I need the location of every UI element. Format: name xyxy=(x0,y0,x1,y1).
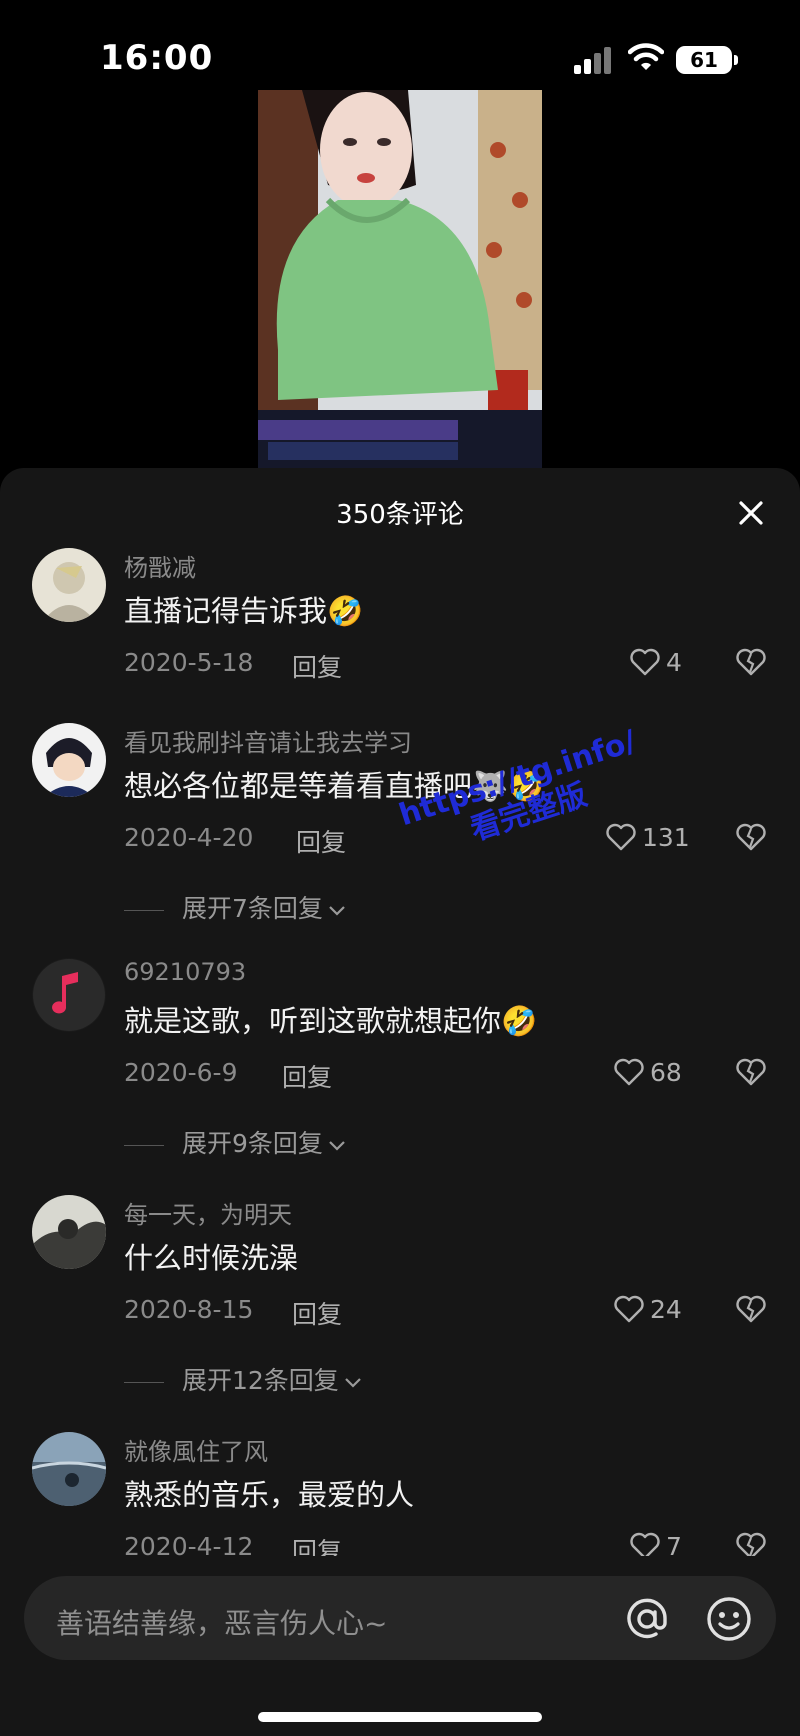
comment-username[interactable]: 就像風住了风 xyxy=(124,1432,268,1467)
chevron-down-icon xyxy=(345,1378,361,1388)
expand-replies-label: 展开7条回复 xyxy=(182,894,323,923)
comment-username[interactable]: 看见我刷抖音请让我去学习 xyxy=(124,723,412,758)
comment-text: 直播记得告诉我🤣 xyxy=(124,594,364,628)
comment-text: 什么时候洗澡 xyxy=(124,1241,299,1275)
comment-date: 2020-5-18 xyxy=(124,648,254,677)
comment-date: 2020-4-20 xyxy=(124,823,254,852)
heart-icon[interactable] xyxy=(606,823,636,851)
comment-item: 69210793 就是这歌，听到这歌就想起你🤣 2020-6-9 回复 68 展… xyxy=(0,958,800,1158)
like-count: 24 xyxy=(650,1295,682,1324)
comment-text: 就是这歌，听到这歌就想起你🤣 xyxy=(124,1004,538,1038)
expand-divider xyxy=(124,1381,164,1383)
comment-username[interactable]: 69210793 xyxy=(124,958,246,986)
comment-item: 每一天，为明天 什么时候洗澡 2020-8-15 回复 24 展开12条回复 xyxy=(0,1195,800,1395)
status-time: 16:00 xyxy=(100,38,214,78)
comment-sheet: 350条评论 杨戬减 直播记得告诉我🤣 2020-5-18 回复 4 看见我刷抖… xyxy=(0,468,800,1736)
chevron-down-icon xyxy=(329,906,345,916)
comment-username[interactable]: 杨戬减 xyxy=(124,548,196,583)
expand-replies-button[interactable]: 展开9条回复 xyxy=(124,1124,347,1160)
expand-divider xyxy=(124,909,164,911)
wifi-icon xyxy=(628,43,664,70)
expand-divider xyxy=(124,1144,164,1146)
comment-date: 2020-6-9 xyxy=(124,1058,238,1087)
avatar[interactable] xyxy=(32,958,106,1032)
broken-heart-icon[interactable] xyxy=(736,1058,766,1086)
comment-username[interactable]: 每一天，为明天 xyxy=(124,1195,292,1230)
comment-input[interactable]: 善语结善缘，恶言伤人心~ xyxy=(24,1576,776,1660)
avatar[interactable] xyxy=(32,1195,106,1269)
comment-text: 熟悉的音乐，最爱的人 xyxy=(124,1478,415,1512)
expand-replies-label: 展开12条回复 xyxy=(182,1366,339,1395)
avatar[interactable] xyxy=(32,723,106,797)
like-count: 4 xyxy=(666,648,682,677)
reply-button[interactable]: 回复 xyxy=(292,648,342,684)
reply-button[interactable]: 回复 xyxy=(292,1295,342,1331)
heart-icon[interactable] xyxy=(630,648,660,676)
home-indicator[interactable] xyxy=(258,1712,542,1722)
avatar[interactable] xyxy=(32,548,106,622)
video-thumbnail[interactable] xyxy=(258,90,542,470)
like-count: 68 xyxy=(650,1058,682,1087)
avatar[interactable] xyxy=(32,1432,106,1506)
comment-input-placeholder: 善语结善缘，恶言伤人心~ xyxy=(56,1607,388,1640)
comment-item: 就像風住了风 熟悉的音乐，最爱的人 2020-4-12 回复 7 xyxy=(0,1432,800,1572)
comment-count-title: 350条评论 xyxy=(336,500,464,530)
cellular-signal-icon xyxy=(574,46,614,74)
heart-icon[interactable] xyxy=(614,1058,644,1086)
broken-heart-icon[interactable] xyxy=(736,823,766,851)
comment-item: 杨戬减 直播记得告诉我🤣 2020-5-18 回复 4 xyxy=(0,548,800,688)
mention-icon[interactable] xyxy=(622,1594,672,1644)
comment-date: 2020-8-15 xyxy=(124,1295,254,1324)
comment-input-bar: 善语结善缘，恶言伤人心~ xyxy=(0,1556,800,1736)
expand-replies-label: 展开9条回复 xyxy=(182,1129,323,1158)
close-icon[interactable] xyxy=(736,498,766,528)
chevron-down-icon xyxy=(329,1141,345,1151)
reply-button[interactable]: 回复 xyxy=(296,823,346,859)
broken-heart-icon[interactable] xyxy=(736,648,766,676)
expand-replies-button[interactable]: 展开12条回复 xyxy=(124,1361,363,1397)
reply-button[interactable]: 回复 xyxy=(282,1058,332,1094)
like-count: 131 xyxy=(642,823,690,852)
heart-icon[interactable] xyxy=(614,1295,644,1323)
expand-replies-button[interactable]: 展开7条回复 xyxy=(124,889,347,925)
battery-indicator: 61 xyxy=(676,46,738,74)
emoji-icon[interactable] xyxy=(704,1594,754,1644)
broken-heart-icon[interactable] xyxy=(736,1295,766,1323)
status-bar: 16:00 61 xyxy=(0,0,800,90)
